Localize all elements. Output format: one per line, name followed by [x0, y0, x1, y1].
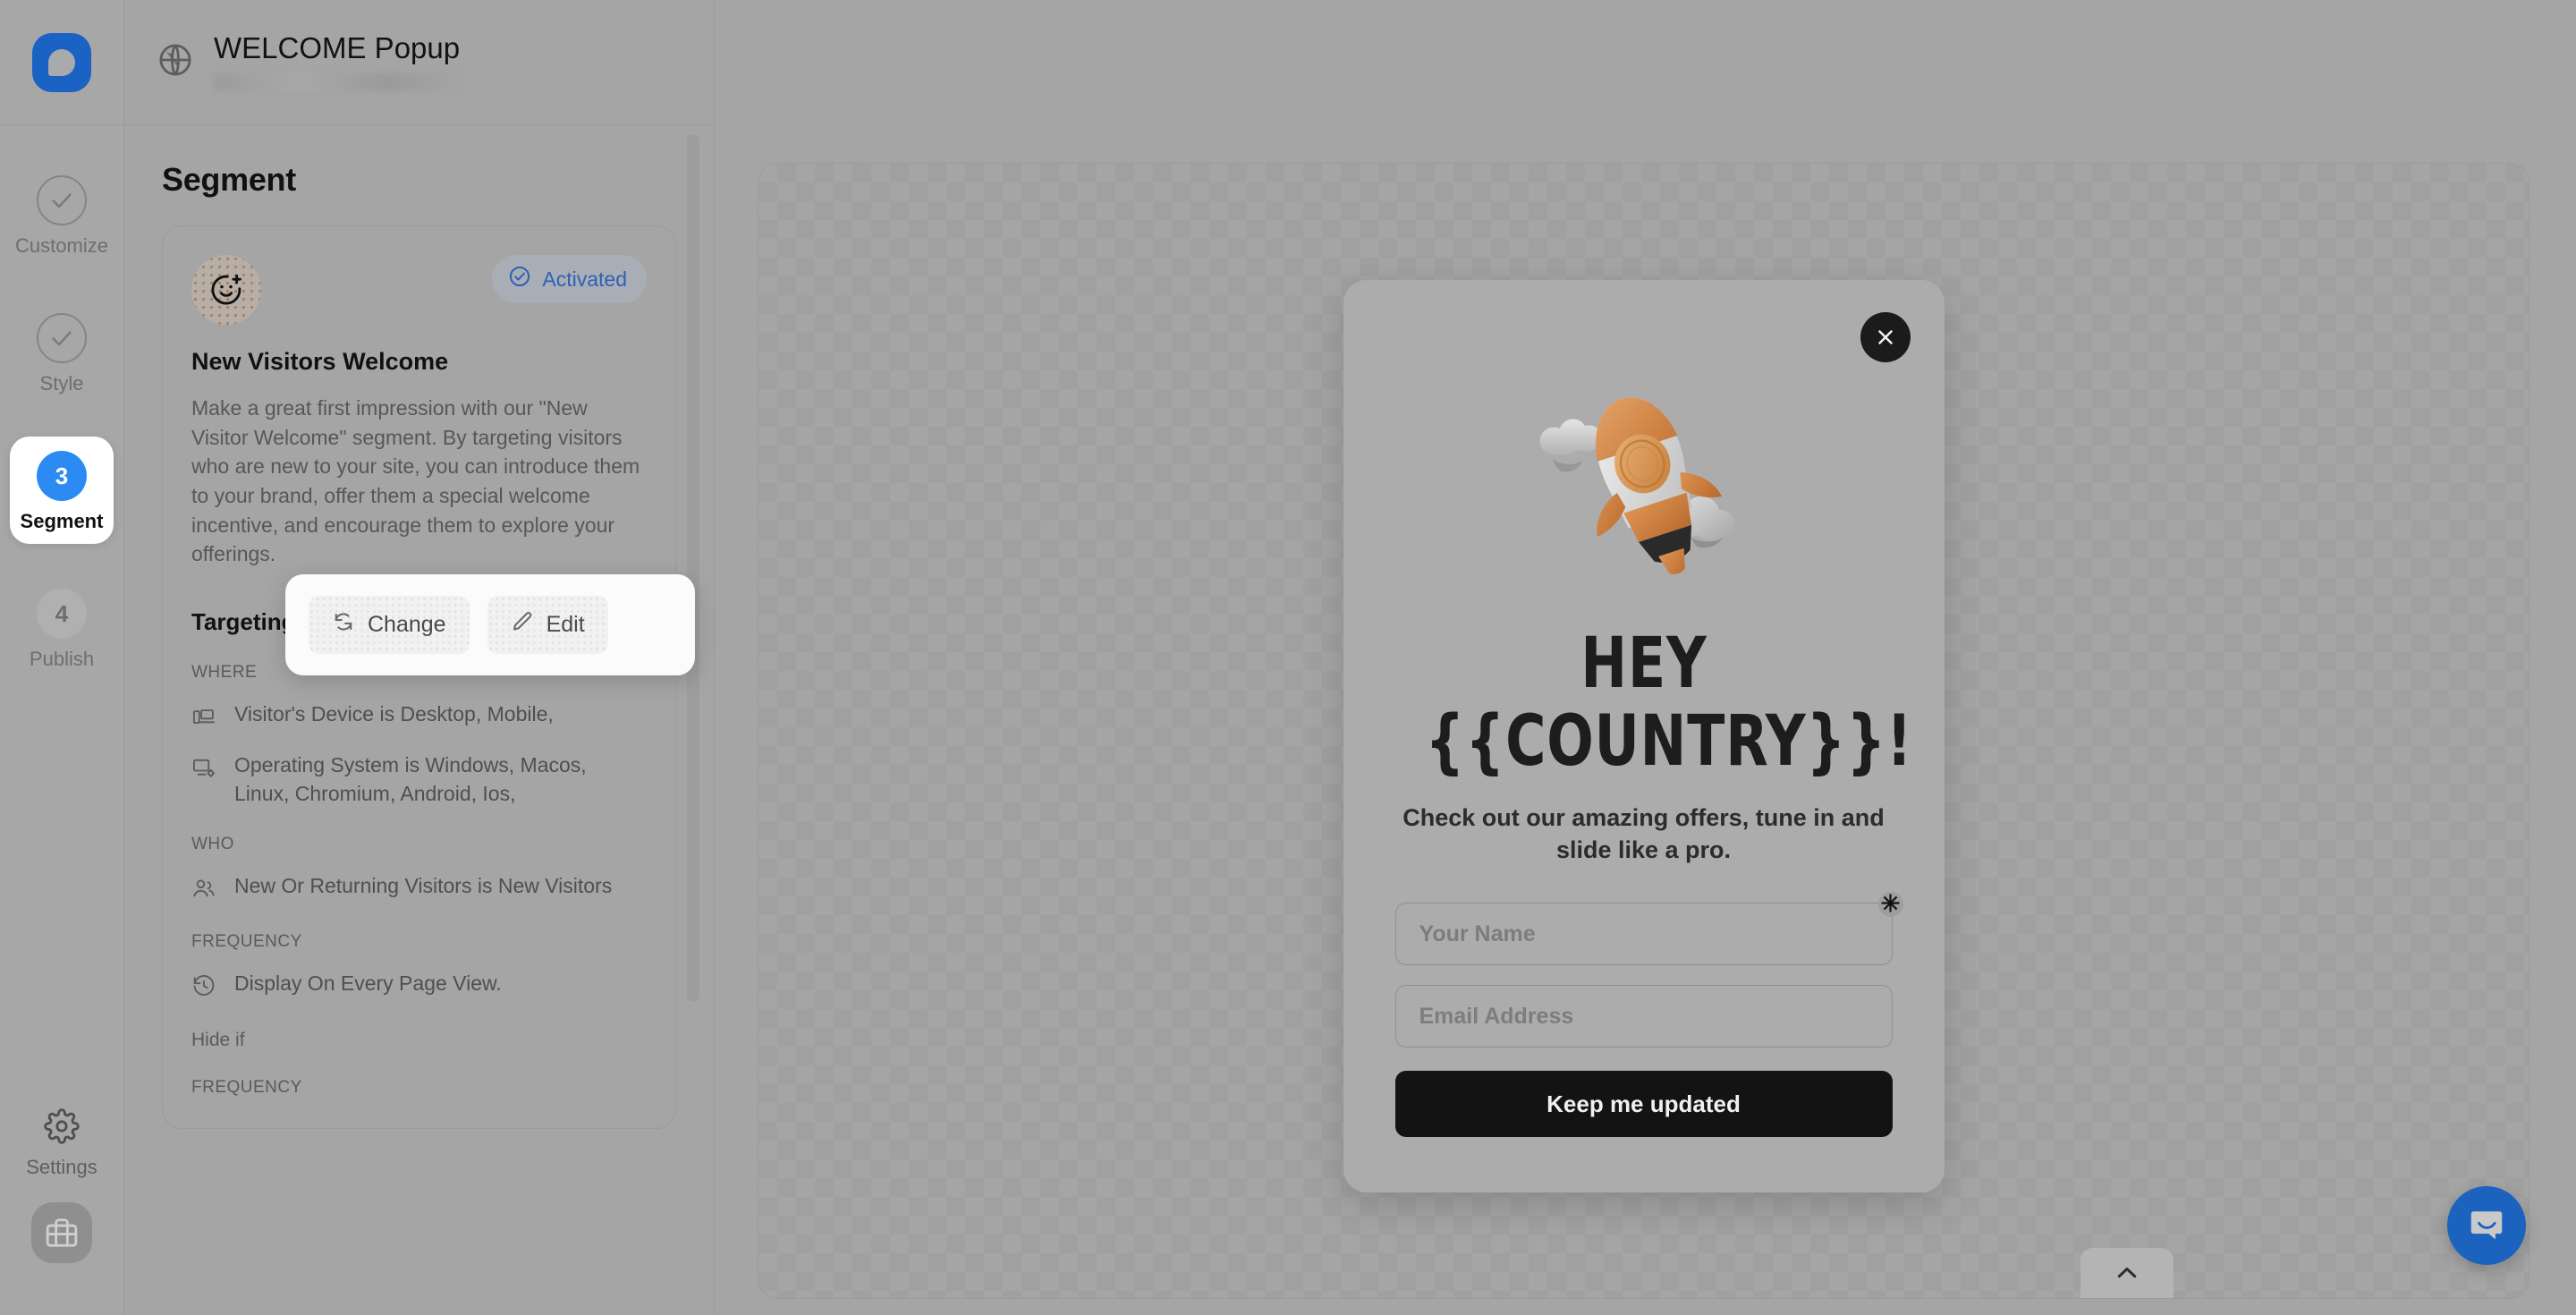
panel-scrollbar[interactable]: [687, 134, 699, 1002]
panel-subtitle-redacted: [214, 72, 473, 91]
panel-scroll-area: Segment Activated New Visitors Welcome M…: [124, 125, 714, 1315]
rule-text: Visitor's Device is Desktop, Mobile,: [234, 701, 554, 725]
status-badge-label: Activated: [542, 267, 627, 291]
check-icon: [37, 313, 87, 363]
segment-panel: WELCOME Popup Segment Activated New Visi…: [124, 0, 715, 1315]
check-icon: [37, 175, 87, 225]
briefcase-icon[interactable]: [31, 1202, 92, 1263]
intercom-chat-icon[interactable]: [2447, 1186, 2526, 1265]
group-label-frequency: FREQUENCY: [191, 932, 302, 952]
targeting-rule: Display On Every Page View.: [191, 970, 647, 1003]
smiley-plus-icon: [191, 255, 261, 325]
app-root: Customize Style 3 Segment 4 Publish Sett…: [0, 0, 2576, 1315]
status-badge: Activated: [492, 255, 647, 303]
step-number-badge: 4: [37, 589, 87, 639]
step-nav: Customize Style 3 Segment 4 Publish: [0, 161, 123, 682]
refresh-icon: [332, 610, 355, 640]
popup-headline-line2: {{COUNTRY}}!: [1424, 701, 1912, 783]
rule-text: Operating System is Windows, Macos, Linu…: [234, 752, 587, 805]
panel-header: WELCOME Popup: [124, 0, 714, 125]
name-field[interactable]: [1394, 903, 1893, 966]
step-label: Customize: [15, 234, 108, 257]
step-number-badge: 3: [37, 451, 87, 501]
check-circle-icon: [508, 265, 531, 293]
preview-canvas: HEY {{COUNTRY}}! Check out our amazing o…: [758, 163, 2529, 1299]
history-icon: [191, 970, 218, 1003]
targeting-rule: Visitor's Device is Desktop, Mobile,: [191, 700, 647, 734]
sidebar-step-segment[interactable]: 3 Segment: [10, 437, 114, 544]
edit-button-label: Edit: [546, 612, 585, 637]
rule-text: New Or Returning Visitors is New Visitor…: [234, 874, 613, 898]
panel-header-texts: WELCOME Popup: [214, 33, 473, 91]
change-button[interactable]: Change: [309, 596, 470, 654]
chevron-up-icon[interactable]: [2080, 1248, 2174, 1298]
segment-description: Make a great first impression with our "…: [191, 396, 640, 566]
left-rail: Customize Style 3 Segment 4 Publish Sett…: [0, 0, 124, 1315]
devices-icon: [191, 700, 218, 734]
popup-headline: HEY {{COUNTRY}}!: [1424, 624, 1912, 783]
popupsmart-logo[interactable]: [32, 32, 91, 92]
popup-subtext: Check out our amazing offers, tune in an…: [1402, 803, 1885, 864]
segment-name: New Visitors Welcome: [191, 348, 449, 375]
pencil-icon: [511, 610, 534, 640]
monitor-gear-icon: [191, 751, 218, 785]
segment-card-top: Activated: [191, 255, 647, 325]
page-title: WELCOME Popup: [214, 31, 461, 65]
segment-actions-popover: Change Edit: [285, 574, 695, 675]
preview-area: HEY {{COUNTRY}}! Check out our amazing o…: [715, 0, 2576, 1315]
hide-if-group-label: FREQUENCY: [191, 1078, 302, 1098]
sidebar-step-style[interactable]: Style: [10, 299, 114, 406]
popup-headline-line1: HEY: [1580, 624, 1707, 704]
step-label: Publish: [29, 648, 95, 670]
rule-text: Display On Every Page View.: [234, 971, 502, 996]
email-field[interactable]: [1394, 985, 1893, 1048]
segment-card: Activated New Visitors Welcome Make a gr…: [162, 225, 676, 1130]
popup-preview-card: HEY {{COUNTRY}}! Check out our amazing o…: [1343, 280, 1945, 1193]
group-label-who: WHO: [191, 835, 234, 854]
gear-icon: [44, 1108, 80, 1149]
settings-label: Settings: [26, 1156, 97, 1178]
globe-icon: [157, 41, 194, 83]
popup-form: ✳ Keep me updated: [1394, 892, 1903, 1138]
segment-heading: Segment: [162, 161, 296, 198]
sidebar-item-settings[interactable]: Settings: [26, 1108, 97, 1177]
required-marker: ✳: [1877, 892, 1903, 918]
logo-cell: [0, 0, 123, 125]
edit-button[interactable]: Edit: [487, 596, 608, 654]
submit-button[interactable]: Keep me updated: [1394, 1071, 1893, 1138]
users-icon: [191, 872, 218, 905]
sidebar-step-customize[interactable]: Customize: [10, 161, 114, 268]
rocket-3d-illustration: [1395, 371, 1893, 595]
targeting-rule: New Or Returning Visitors is New Visitor…: [191, 872, 647, 905]
step-label: Segment: [20, 510, 104, 532]
close-icon[interactable]: [1860, 312, 1911, 362]
step-label: Style: [39, 372, 84, 394]
rail-bottom: Settings: [0, 1108, 123, 1315]
change-button-label: Change: [368, 612, 446, 637]
targeting-rule: Operating System is Windows, Macos, Linu…: [191, 751, 647, 808]
sidebar-step-publish[interactable]: 4 Publish: [10, 574, 114, 682]
hide-if-label: Hide if: [191, 1030, 245, 1051]
